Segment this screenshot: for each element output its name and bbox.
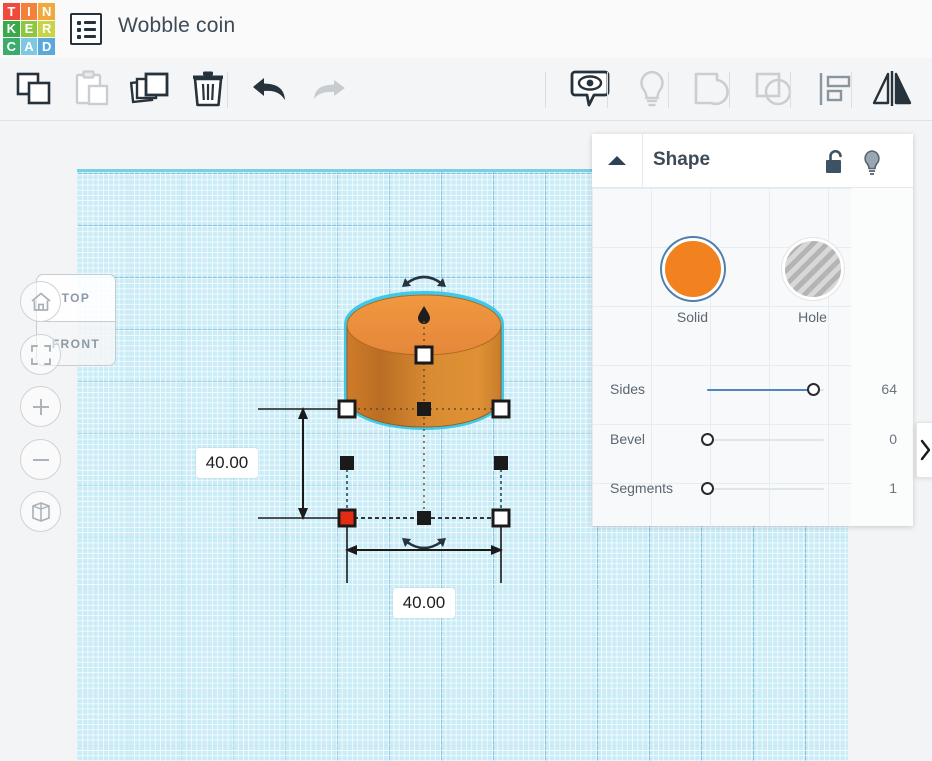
logo-tile-i: I [20,3,38,20]
sides-slider-label: Sides [610,381,646,397]
segments-slider-track[interactable] [701,482,824,495]
shape-type-swatches: Solid Hole [592,238,913,325]
zoom-out-button[interactable] [20,439,61,480]
toolbar-separator [607,72,608,108]
page-title[interactable]: Wobble coin [118,14,235,38]
height-dimension-value[interactable]: 40.00 [196,448,258,478]
segments-slider[interactable]: Segments 1 [592,472,913,506]
logo-tile-k: K [3,20,20,38]
fit-view-button[interactable] [20,334,61,375]
group-button[interactable] [683,58,743,120]
copy-button[interactable] [4,58,64,120]
top-bar: TIN KER CAD Wobble coin [0,0,932,58]
sides-slider-fill [707,389,814,391]
logo-tile-e: E [20,20,38,38]
solid-swatch[interactable]: Solid [661,238,725,325]
bevel-slider-label: Bevel [610,431,646,447]
segments-slider-value[interactable]: 1 [855,480,897,496]
hole-swatch[interactable]: Hole [781,238,845,325]
delete-button[interactable] [178,58,238,120]
hole-swatch-label: Hole [798,309,827,325]
paste-button[interactable] [62,58,122,120]
shape-inspector-panel: Shape Solid Hole [592,134,913,526]
solid-swatch-label: Solid [676,309,709,325]
bevel-slider[interactable]: Bevel 0 [592,423,913,457]
toolbar-separator [545,72,546,108]
right-panel-expander[interactable] [916,422,932,478]
zoom-in-button[interactable] [20,386,61,427]
logo-tile-c: C [3,38,20,55]
redo-button[interactable] [298,58,358,120]
toolbar-separator [668,72,669,108]
unlock-button[interactable] [820,147,850,177]
shape-light-button[interactable] [857,147,887,177]
mirror-button[interactable] [862,58,922,120]
sides-slider[interactable]: Sides 64 [592,373,913,407]
sides-slider-knob[interactable] [807,383,821,396]
unlock-icon [826,149,842,173]
ungroup-button[interactable] [744,58,804,120]
toolbar-separator [227,72,228,108]
triangle-up-icon [608,155,626,165]
segments-slider-knob[interactable] [701,482,714,495]
show-hide-button[interactable] [560,58,620,120]
logo-tile-n: N [38,3,55,20]
light-button[interactable] [622,58,682,120]
projection-button[interactable] [20,491,61,532]
logo-tile-r: R [38,20,55,38]
hole-swatch-circle[interactable] [781,238,844,300]
shape-panel-header: Shape [592,134,913,188]
logo-tile-t: T [3,3,20,20]
toolbar-separator [729,72,730,108]
home-view-button[interactable] [20,281,61,322]
lightbulb-icon [864,149,880,175]
undo-button[interactable] [240,58,300,120]
logo-tile-a: A [20,38,38,55]
tinkercad-app: TIN KER CAD Wobble coin TOP FRONT 40.00 40… [0,0,932,761]
panel-collapse-button[interactable] [592,134,643,187]
bevel-slider-knob[interactable] [701,433,714,446]
width-dimension-value[interactable]: 40.00 [393,588,455,618]
duplicate-button[interactable] [120,58,180,120]
segments-slider-label: Segments [610,480,674,496]
logo-tile-d: D [38,38,55,55]
list-document-icon[interactable] [70,13,102,45]
toolbar-separator [851,72,852,108]
sides-slider-value[interactable]: 64 [855,381,897,397]
chevron-right-icon [920,439,931,461]
bevel-slider-track[interactable] [701,433,824,446]
tinkercad-logo[interactable]: TIN KER CAD [3,3,55,55]
shape-panel-title: Shape [653,149,711,170]
align-button[interactable] [805,58,865,120]
main-toolbar [0,58,932,121]
sides-slider-track[interactable] [707,383,824,396]
bevel-slider-value[interactable]: 0 [855,431,897,447]
toolbar-separator [790,72,791,108]
solid-swatch-circle[interactable] [661,238,724,300]
